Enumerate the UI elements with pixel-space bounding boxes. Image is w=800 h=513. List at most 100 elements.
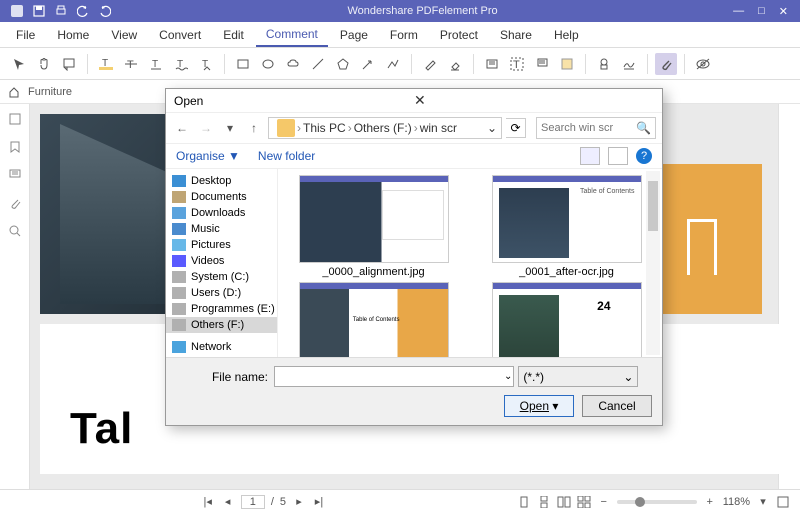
tree-item[interactable]: Desktop (166, 173, 277, 189)
two-page-view-icon[interactable] (557, 495, 571, 509)
line-shape-icon[interactable] (307, 53, 329, 75)
tree-item[interactable]: Network (166, 339, 277, 355)
new-folder-button[interactable]: New folder (258, 149, 315, 163)
attachments-panel-icon[interactable] (8, 196, 22, 210)
hide-annotations-icon[interactable] (692, 53, 714, 75)
file-item[interactable]: _0003_add-more.jpg (477, 282, 656, 357)
nav-recent-icon[interactable]: ▾ (220, 118, 240, 138)
zoom-slider[interactable] (617, 500, 697, 504)
attachment-tool-icon[interactable] (655, 53, 677, 75)
menu-protect[interactable]: Protect (430, 24, 488, 46)
tree-item[interactable]: System (C:) (166, 269, 277, 285)
nav-forward-icon[interactable]: → (196, 118, 216, 138)
menu-share[interactable]: Share (490, 24, 542, 46)
strikethrough-tool-icon[interactable]: T (120, 53, 142, 75)
tree-item[interactable]: Videos (166, 253, 277, 269)
continuous-view-icon[interactable] (537, 495, 551, 509)
pencil-tool-icon[interactable] (419, 53, 441, 75)
caret-tool-icon[interactable]: T (195, 53, 217, 75)
breadcrumb-seg-1[interactable]: Others (F:) (354, 121, 412, 135)
file-item[interactable]: _0000_alignment.jpg (284, 175, 463, 278)
tree-item[interactable]: Programmes (E:) (166, 301, 277, 317)
thumbnails-panel-icon[interactable] (8, 112, 22, 126)
preview-pane-button[interactable] (608, 147, 628, 165)
menu-form[interactable]: Form (380, 24, 428, 46)
zoom-dropdown-icon[interactable]: ▾ (756, 495, 770, 509)
single-page-view-icon[interactable] (517, 495, 531, 509)
filetype-select[interactable]: (*.*) ⌄ (518, 366, 638, 387)
maximize-icon[interactable]: □ (758, 5, 765, 18)
filename-input[interactable] (274, 366, 514, 387)
tree-item[interactable]: Documents (166, 189, 277, 205)
open-button[interactable]: Open ▾ (504, 395, 574, 417)
menu-edit[interactable]: Edit (213, 24, 254, 46)
dialog-close-icon[interactable]: ✕ (414, 92, 654, 109)
menu-convert[interactable]: Convert (149, 24, 211, 46)
highlight-tool-icon[interactable]: T (95, 53, 117, 75)
search-icon[interactable]: 🔍 (636, 121, 651, 135)
menu-file[interactable]: File (6, 24, 45, 46)
two-page-continuous-icon[interactable] (577, 495, 591, 509)
view-mode-button[interactable] (580, 147, 600, 165)
hand-tool-icon[interactable] (33, 53, 55, 75)
first-page-icon[interactable]: |◂ (201, 495, 215, 509)
undo-icon[interactable] (76, 4, 90, 18)
file-item[interactable]: _0001_after-ocr.jpg (477, 175, 656, 278)
tree-item[interactable]: Users (D:) (166, 285, 277, 301)
breadcrumb[interactable]: › This PC › Others (F:) › win scr ⌄ (268, 117, 502, 139)
callout-tool-icon[interactable] (531, 53, 553, 75)
minimize-icon[interactable]: — (733, 5, 744, 18)
tree-item[interactable]: Downloads (166, 205, 277, 221)
document-tab[interactable]: Furniture (28, 86, 72, 98)
area-highlight-icon[interactable] (556, 53, 578, 75)
signature-tool-icon[interactable] (618, 53, 640, 75)
bookmarks-panel-icon[interactable] (8, 140, 22, 154)
dialog-search-input[interactable] (541, 122, 631, 134)
breadcrumb-seg-2[interactable]: win scr (420, 121, 457, 135)
arrow-shape-icon[interactable] (357, 53, 379, 75)
last-page-icon[interactable]: ▸| (312, 495, 326, 509)
textbox-tool-icon[interactable] (481, 53, 503, 75)
breadcrumb-seg-0[interactable]: This PC (303, 121, 346, 135)
stamp-tool-icon[interactable] (593, 53, 615, 75)
right-scrollbar[interactable] (778, 104, 800, 489)
help-icon[interactable]: ? (636, 148, 652, 164)
breadcrumb-dropdown-icon[interactable]: ⌄ (487, 121, 497, 135)
connected-line-icon[interactable] (382, 53, 404, 75)
menu-page[interactable]: Page (330, 24, 378, 46)
save-icon[interactable] (32, 4, 46, 18)
tree-item[interactable]: Others (F:) (166, 317, 277, 333)
polygon-shape-icon[interactable] (332, 53, 354, 75)
prev-page-icon[interactable]: ◂ (221, 495, 235, 509)
tree-item[interactable]: Pictures (166, 237, 277, 253)
menu-comment[interactable]: Comment (256, 23, 328, 47)
oval-shape-icon[interactable] (257, 53, 279, 75)
menu-view[interactable]: View (101, 24, 147, 46)
comments-panel-icon[interactable] (8, 168, 22, 182)
zoom-in-icon[interactable]: + (703, 495, 717, 509)
home-icon[interactable] (8, 86, 20, 98)
note-tool-icon[interactable] (58, 53, 80, 75)
rect-shape-icon[interactable] (232, 53, 254, 75)
cancel-button[interactable]: Cancel (582, 395, 652, 417)
fullscreen-icon[interactable] (776, 495, 790, 509)
refresh-icon[interactable]: ⟳ (506, 118, 526, 138)
tree-item[interactable]: Music (166, 221, 277, 237)
eraser-tool-icon[interactable] (444, 53, 466, 75)
organise-button[interactable]: Organise ▼ (176, 149, 240, 163)
select-tool-icon[interactable] (8, 53, 30, 75)
next-page-icon[interactable]: ▸ (292, 495, 306, 509)
search-panel-icon[interactable] (8, 224, 22, 238)
close-window-icon[interactable]: ✕ (779, 5, 788, 18)
page-current[interactable]: 1 (241, 495, 265, 509)
file-grid-scrollbar[interactable] (646, 171, 660, 355)
print-icon[interactable] (54, 4, 68, 18)
underline-tool-icon[interactable]: T (145, 53, 167, 75)
filename-dropdown-icon[interactable]: ⌄ (504, 371, 512, 382)
menu-help[interactable]: Help (544, 24, 589, 46)
nav-up-icon[interactable]: ↑ (244, 118, 264, 138)
redo-icon[interactable] (98, 4, 112, 18)
typewriter-tool-icon[interactable]: T (506, 53, 528, 75)
dialog-search-box[interactable]: 🔍 (536, 117, 656, 139)
cloud-shape-icon[interactable] (282, 53, 304, 75)
